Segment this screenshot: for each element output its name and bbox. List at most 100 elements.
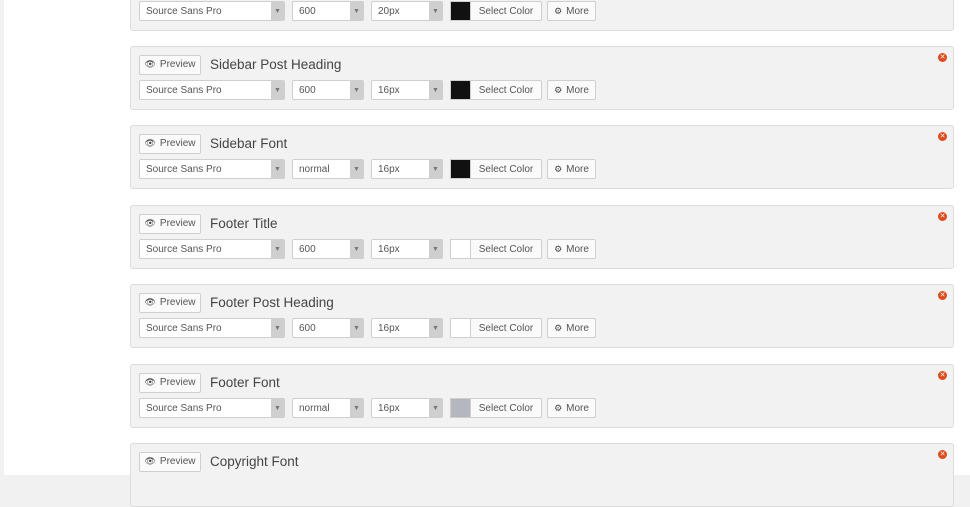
font-family-value: Source Sans Pro bbox=[146, 243, 222, 255]
preview-label: Preview bbox=[159, 377, 196, 388]
font-size-select[interactable]: 16px ▼ bbox=[371, 159, 443, 179]
font-size-select[interactable]: 16px ▼ bbox=[371, 239, 443, 259]
chevron-down-icon: ▼ bbox=[271, 160, 284, 178]
panel-title: Footer Font bbox=[210, 375, 280, 390]
preview-button[interactable]: 👁 Preview bbox=[139, 372, 201, 393]
color-swatch[interactable] bbox=[450, 1, 471, 21]
font-size-value: 16px bbox=[378, 84, 400, 96]
font-size-select[interactable]: 16px ▼ bbox=[371, 398, 443, 418]
preview-button[interactable]: 👁 Preview bbox=[139, 213, 201, 234]
chevron-down-icon: ▼ bbox=[429, 81, 442, 99]
font-size-select[interactable]: 20px ▼ bbox=[371, 1, 443, 21]
preview-label: Preview bbox=[159, 138, 196, 149]
chevron-down-icon: ▼ bbox=[429, 160, 442, 178]
select-color-button[interactable]: Select Color bbox=[471, 398, 542, 418]
eye-icon: 👁 bbox=[144, 377, 156, 387]
select-color-button[interactable]: Select Color bbox=[471, 159, 542, 179]
font-weight-select[interactable]: 600 ▼ bbox=[292, 318, 364, 338]
font-family-value: Source Sans Pro bbox=[146, 5, 222, 17]
font-weight-select[interactable]: 600 ▼ bbox=[292, 1, 364, 21]
chevron-down-icon: ▼ bbox=[429, 240, 442, 258]
chevron-down-icon: ▼ bbox=[429, 399, 442, 417]
panel-header: 👁 Preview Copyright Font bbox=[139, 451, 299, 472]
font-size-select[interactable]: 16px ▼ bbox=[371, 80, 443, 100]
font-family-select[interactable]: Source Sans Pro ▼ bbox=[139, 239, 285, 259]
more-label: More bbox=[566, 163, 589, 175]
font-weight-select[interactable]: normal ▼ bbox=[292, 159, 364, 179]
select-color-button[interactable]: Select Color bbox=[471, 318, 542, 338]
font-setting-panel: 👁 Preview Footer Font ✕ Source Sans Pro … bbox=[130, 364, 954, 428]
font-size-value: 16px bbox=[378, 163, 400, 175]
eye-icon: 👁 bbox=[144, 218, 156, 228]
more-button[interactable]: ⚙ More bbox=[547, 239, 596, 259]
font-weight-value: normal bbox=[299, 402, 330, 414]
chevron-down-icon: ▼ bbox=[350, 319, 363, 337]
font-family-value: Source Sans Pro bbox=[146, 402, 222, 414]
color-swatch[interactable] bbox=[450, 239, 471, 259]
font-controls: Source Sans Pro ▼ 600 ▼ 16px ▼ Select Co… bbox=[139, 239, 596, 259]
chevron-down-icon: ▼ bbox=[350, 160, 363, 178]
font-size-select[interactable]: 16px ▼ bbox=[371, 318, 443, 338]
preview-button[interactable]: 👁 Preview bbox=[139, 54, 201, 75]
gear-icon: ⚙ bbox=[554, 322, 563, 333]
color-swatch[interactable] bbox=[450, 159, 471, 179]
panel-title: Sidebar Font bbox=[210, 136, 288, 151]
eye-icon: 👁 bbox=[144, 138, 156, 148]
select-color-button[interactable]: Select Color bbox=[471, 1, 542, 21]
font-family-select[interactable]: Source Sans Pro ▼ bbox=[139, 80, 285, 100]
chevron-down-icon: ▼ bbox=[271, 2, 284, 20]
color-swatch[interactable] bbox=[450, 398, 471, 418]
close-circle-icon[interactable]: ✕ bbox=[938, 291, 947, 300]
chevron-down-icon: ▼ bbox=[429, 319, 442, 337]
font-size-value: 20px bbox=[378, 5, 400, 17]
select-color-button[interactable]: Select Color bbox=[471, 80, 542, 100]
chevron-down-icon: ▼ bbox=[350, 2, 363, 20]
panel-title: Copyright Font bbox=[210, 454, 299, 469]
panel-header: 👁 Preview Sidebar Font bbox=[139, 133, 287, 154]
font-setting-panel: 👁 Preview Footer Title ✕ Source Sans Pro… bbox=[130, 205, 954, 269]
more-button[interactable]: ⚙ More bbox=[547, 398, 596, 418]
preview-button[interactable]: 👁 Preview bbox=[139, 451, 201, 472]
font-size-value: 16px bbox=[378, 322, 400, 334]
font-family-select[interactable]: Source Sans Pro ▼ bbox=[139, 1, 285, 21]
font-controls: Source Sans Pro ▼ normal ▼ 16px ▼ Select… bbox=[139, 159, 596, 179]
font-family-select[interactable]: Source Sans Pro ▼ bbox=[139, 318, 285, 338]
font-controls: Source Sans Pro ▼ 600 ▼ 16px ▼ Select Co… bbox=[139, 318, 596, 338]
font-setting-panel: 👁 Preview Footer Post Heading ✕ Source S… bbox=[130, 284, 954, 348]
select-color-button[interactable]: Select Color bbox=[471, 239, 542, 259]
font-family-select[interactable]: Source Sans Pro ▼ bbox=[139, 159, 285, 179]
font-weight-select[interactable]: 600 ▼ bbox=[292, 239, 364, 259]
close-circle-icon[interactable]: ✕ bbox=[938, 132, 947, 141]
gear-icon: ⚙ bbox=[554, 402, 563, 413]
font-family-select[interactable]: Source Sans Pro ▼ bbox=[139, 398, 285, 418]
more-button[interactable]: ⚙ More bbox=[547, 80, 596, 100]
font-controls: Source Sans Pro ▼ normal ▼ 16px ▼ Select… bbox=[139, 398, 596, 418]
preview-button[interactable]: 👁 Preview bbox=[139, 133, 201, 154]
font-weight-value: 600 bbox=[299, 243, 316, 255]
chevron-down-icon: ▼ bbox=[350, 240, 363, 258]
content-area: Source Sans Pro ▼ 600 ▼ 20px ▼ Select Co… bbox=[4, 0, 970, 507]
panel-title: Footer Post Heading bbox=[210, 295, 334, 310]
color-swatch[interactable] bbox=[450, 318, 471, 338]
panel-header: 👁 Preview Sidebar Post Heading bbox=[139, 54, 341, 75]
color-swatch[interactable] bbox=[450, 80, 471, 100]
font-weight-select[interactable]: normal ▼ bbox=[292, 398, 364, 418]
font-controls: Source Sans Pro ▼ 600 ▼ 16px ▼ Select Co… bbox=[139, 80, 596, 100]
close-circle-icon[interactable]: ✕ bbox=[938, 212, 947, 221]
close-circle-icon[interactable]: ✕ bbox=[938, 371, 947, 380]
more-button[interactable]: ⚙ More bbox=[547, 318, 596, 338]
more-label: More bbox=[566, 322, 589, 334]
preview-button[interactable]: 👁 Preview bbox=[139, 292, 201, 313]
font-weight-select[interactable]: 600 ▼ bbox=[292, 80, 364, 100]
more-button[interactable]: ⚙ More bbox=[547, 1, 596, 21]
gear-icon: ⚙ bbox=[554, 243, 563, 254]
close-circle-icon[interactable]: ✕ bbox=[938, 450, 947, 459]
more-button[interactable]: ⚙ More bbox=[547, 159, 596, 179]
font-setting-panel: 👁 Preview Copyright Font ✕ bbox=[130, 443, 954, 507]
close-circle-icon[interactable]: ✕ bbox=[938, 53, 947, 62]
font-weight-value: normal bbox=[299, 163, 330, 175]
preview-label: Preview bbox=[159, 218, 196, 229]
font-setting-panel: Source Sans Pro ▼ 600 ▼ 20px ▼ Select Co… bbox=[130, 0, 954, 31]
chevron-down-icon: ▼ bbox=[350, 81, 363, 99]
more-label: More bbox=[566, 402, 589, 414]
